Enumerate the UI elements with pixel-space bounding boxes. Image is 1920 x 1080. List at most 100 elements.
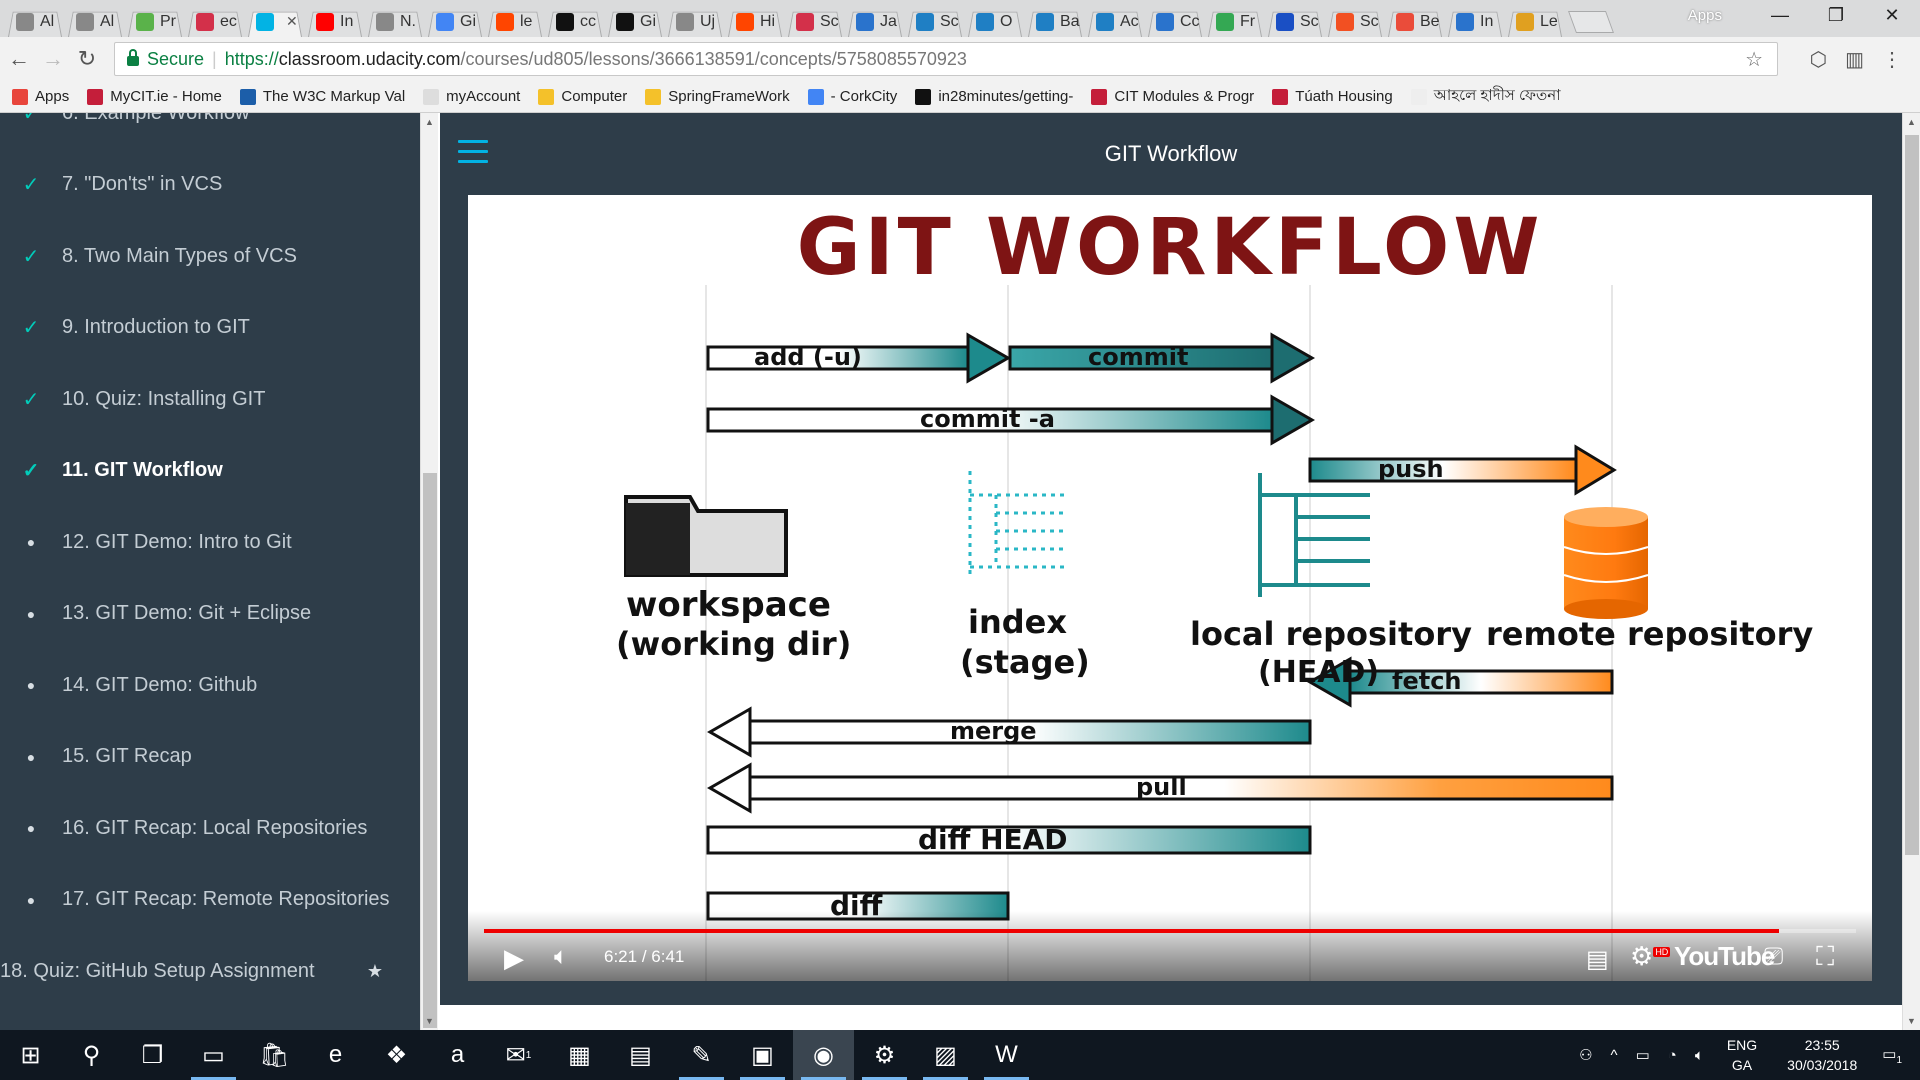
action-center-icon[interactable]: ▭1 xyxy=(1882,1045,1902,1066)
browser-tab[interactable]: Sc xyxy=(1264,6,1326,37)
bookmark-item[interactable]: Túath Housing xyxy=(1272,88,1393,105)
bookmark-item[interactable]: CIT Modules & Progr xyxy=(1091,88,1254,105)
tab-close-icon[interactable]: ✕ xyxy=(286,13,298,30)
sidebar-scrollbar[interactable]: ▲ ▼ xyxy=(420,113,438,1030)
bookmark-item[interactable]: myAccount xyxy=(423,88,520,105)
file-explorer-icon[interactable]: ▭ xyxy=(183,1030,244,1080)
browser-tab[interactable]: cc xyxy=(544,6,606,37)
browser-tab[interactable]: Fr xyxy=(1204,6,1266,37)
browser-tab[interactable]: Uj xyxy=(664,6,726,37)
browser-tab[interactable]: Sc xyxy=(784,6,846,37)
browser-tab[interactable]: Hi xyxy=(724,6,786,37)
calendar-icon[interactable]: ▤ xyxy=(610,1030,671,1080)
browser-tab[interactable]: Le xyxy=(1504,6,1566,37)
minimize-button[interactable]: — xyxy=(1752,5,1808,26)
bookmark-item[interactable]: in28minutes/getting- xyxy=(915,88,1073,105)
browser-tab[interactable]: Ac xyxy=(1084,6,1146,37)
sidebar-lesson-item[interactable]: ✓ 8. Two Main Types of VCS xyxy=(0,236,420,276)
speaker-icon[interactable]: 🔈︎ xyxy=(1695,1047,1704,1064)
calculator-icon[interactable]: ▦ xyxy=(549,1030,610,1080)
back-icon[interactable]: ← xyxy=(4,46,34,72)
bookmark-item[interactable]: Computer xyxy=(538,88,627,105)
wifi-icon[interactable]: ◔ xyxy=(1668,1047,1677,1064)
sidebar-lesson-item[interactable]: ● 17. GIT Recap: Remote Repositories xyxy=(0,880,420,920)
input-language[interactable]: ENG GA xyxy=(1727,1035,1757,1075)
close-window-button[interactable]: ✕ xyxy=(1864,5,1920,26)
forward-icon[interactable]: → xyxy=(38,46,68,72)
video-progress-bar[interactable] xyxy=(484,929,1856,933)
sidebar-scroll-thumb[interactable] xyxy=(423,473,437,1028)
page-scroll-down-arrow-icon[interactable]: ▼ xyxy=(1907,1016,1916,1026)
bookmark-item[interactable]: MyCIT.ie - Home xyxy=(87,88,222,105)
browser-tab[interactable]: Be xyxy=(1384,6,1446,37)
sidebar-lesson-item[interactable]: ✓ 11. GIT Workflow xyxy=(0,451,420,491)
apps-shortcut[interactable]: Apps xyxy=(1688,7,1722,24)
battery-icon[interactable]: ▭ xyxy=(1636,1046,1650,1064)
browser-tab[interactable]: Al xyxy=(4,6,66,37)
bookmark-item[interactable]: - CorkCity xyxy=(807,88,897,105)
store-icon[interactable]: 🛍 xyxy=(244,1030,305,1080)
browser-tab[interactable]: ✕ xyxy=(244,6,306,37)
captions-icon[interactable]: ▤ xyxy=(1586,945,1609,974)
bookmark-item[interactable]: আহলে হাদীস ফেতনা xyxy=(1410,84,1561,109)
page-scrollbar[interactable]: ▲ ▼ xyxy=(1902,113,1920,1030)
bookmark-star-icon[interactable]: ☆ xyxy=(1745,47,1763,72)
bookmark-item[interactable]: Apps xyxy=(12,88,69,105)
browser-tab[interactable]: Sc xyxy=(904,6,966,37)
extension-book-icon[interactable]: ▥ xyxy=(1845,47,1864,72)
scroll-down-arrow-icon[interactable]: ▼ xyxy=(425,1016,434,1026)
browser-tab[interactable]: Pr xyxy=(124,6,186,37)
edge-icon[interactable]: e xyxy=(305,1030,366,1080)
scroll-up-arrow-icon[interactable]: ▲ xyxy=(425,117,434,127)
cast-icon[interactable]: ⎚ xyxy=(1764,943,1783,971)
sidebar-lesson-item[interactable]: ● 15. GIT Recap xyxy=(0,737,420,777)
browser-tab[interactable]: ec xyxy=(184,6,246,37)
browser-tab[interactable]: O xyxy=(964,6,1026,37)
restore-button[interactable]: ❐ xyxy=(1808,5,1864,26)
windows-start-icon[interactable]: ⊞ xyxy=(0,1030,61,1080)
address-bar[interactable]: Secure | https://classroom.udacity.com/c… xyxy=(114,42,1778,76)
browser-tab[interactable]: In xyxy=(304,6,366,37)
page-scroll-thumb[interactable] xyxy=(1905,135,1919,855)
fullscreen-icon[interactable]: ⛶ xyxy=(1816,941,1834,973)
pen-icon[interactable]: ✎ xyxy=(671,1030,732,1080)
task-view-icon[interactable]: ❐ xyxy=(122,1030,183,1080)
bookmark-item[interactable]: The W3C Markup Val xyxy=(239,88,405,105)
browser-tab[interactable]: N. xyxy=(364,6,426,37)
amazon-icon[interactable]: a xyxy=(427,1030,488,1080)
browser-tab[interactable]: Ba xyxy=(1024,6,1086,37)
sidebar-lesson-item[interactable]: ★ 18. Quiz: GitHub Setup Assignment xyxy=(0,951,420,991)
show-hidden-icons-icon[interactable]: ^ xyxy=(1611,1047,1618,1064)
sidebar-lesson-item[interactable]: ✓ 9. Introduction to GIT xyxy=(0,308,420,348)
browser-tab[interactable]: le xyxy=(484,6,546,37)
mail-icon[interactable]: ✉ 1 xyxy=(488,1030,549,1080)
monitor-icon[interactable]: ▣ xyxy=(732,1030,793,1080)
browser-tab[interactable]: Gi xyxy=(604,6,666,37)
volume-icon[interactable]: 🔈︎ xyxy=(554,943,568,971)
settings-gear-icon[interactable]: ⚙ HD xyxy=(1630,941,1671,972)
reload-icon[interactable]: ↻ xyxy=(72,46,102,72)
new-tab-button[interactable] xyxy=(1567,11,1615,33)
image-editor-icon[interactable]: ▨ xyxy=(915,1030,976,1080)
youtube-video-player[interactable]: GIT WORKFLOW add (-u) commit commit -a p… xyxy=(468,195,1872,981)
browser-tab[interactable]: Gi xyxy=(424,6,486,37)
bookmark-item[interactable]: SpringFrameWork xyxy=(645,88,790,105)
clock[interactable]: 23:55 30/03/2018 xyxy=(1787,1035,1857,1075)
browser-tab[interactable]: Ja xyxy=(844,6,906,37)
browser-tab[interactable]: In xyxy=(1444,6,1506,37)
sidebar-lesson-item[interactable]: ● 14. GIT Demo: Github xyxy=(0,665,420,705)
browser-tab[interactable]: Sc xyxy=(1324,6,1386,37)
dropbox-icon[interactable]: ❖ xyxy=(366,1030,427,1080)
youtube-logo[interactable]: YouTube xyxy=(1674,941,1775,972)
browser-tab[interactable]: Cc xyxy=(1144,6,1206,37)
sidebar-lesson-item[interactable]: ● 12. GIT Demo: Intro to Git xyxy=(0,522,420,562)
settings-gear-icon[interactable]: ⚙ xyxy=(854,1030,915,1080)
play-icon[interactable]: ▶ xyxy=(504,943,524,974)
sidebar-lesson-item[interactable]: ● 16. GIT Recap: Local Repositories xyxy=(0,808,420,848)
sidebar-lesson-item[interactable]: ✓ 10. Quiz: Installing GIT xyxy=(0,379,420,419)
page-scroll-up-arrow-icon[interactable]: ▲ xyxy=(1907,117,1916,127)
chrome-menu-icon[interactable]: ⋮ xyxy=(1882,47,1902,72)
chrome-icon[interactable]: ◉ xyxy=(793,1030,854,1080)
people-icon[interactable]: ⚇ xyxy=(1579,1046,1592,1064)
sidebar-lesson-item[interactable]: ✓ 7. "Don'ts" in VCS xyxy=(0,165,420,205)
